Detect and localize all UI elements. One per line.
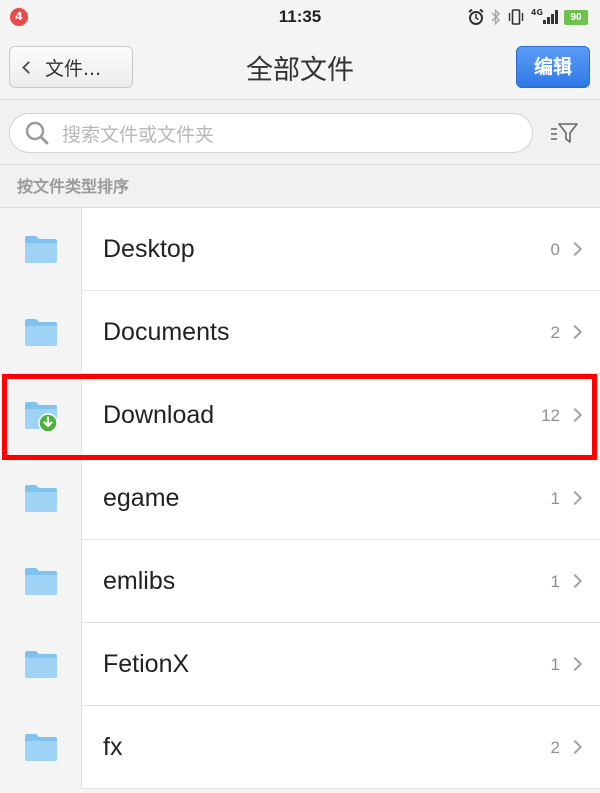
search-placeholder: 搜索文件或文件夹 (62, 123, 215, 146)
file-count: 1 (550, 655, 560, 674)
file-row-documents[interactable]: Documents 2 (0, 291, 600, 374)
folder-icon (25, 651, 57, 678)
vibrate-icon (508, 9, 524, 25)
file-count: 2 (550, 738, 560, 757)
file-list: Desktop 0 Documents 2 Download 12 egame … (0, 208, 600, 789)
file-name: emlibs (103, 567, 176, 595)
folder-icon (25, 734, 57, 761)
search-input[interactable]: 搜索文件或文件夹 (9, 113, 533, 153)
file-count: 1 (550, 572, 560, 591)
file-name: fx (103, 733, 123, 761)
file-count: 12 (541, 406, 560, 425)
file-count: 1 (550, 489, 560, 508)
bluetooth-icon (491, 9, 500, 25)
folder-icon (25, 568, 57, 595)
folder-icon (25, 236, 57, 263)
file-row-fx[interactable]: fx 2 (0, 706, 600, 789)
file-name: Documents (103, 318, 230, 346)
file-name: FetionX (103, 650, 190, 678)
network-type-label: 4G (530, 8, 543, 17)
navigation-bar: 文件... 全部文件 编辑 (0, 34, 600, 100)
page-title: 全部文件 (246, 55, 354, 86)
file-row-emlibs[interactable]: emlibs 1 (0, 540, 600, 623)
search-area: 搜索文件或文件夹 (0, 101, 600, 165)
file-name: Download (103, 401, 215, 429)
file-name: egame (103, 484, 180, 512)
chevron-right-icon (567, 324, 583, 340)
file-row-download[interactable]: Download 12 (0, 374, 600, 457)
edit-button[interactable]: 编辑 (516, 46, 590, 88)
search-icon (25, 121, 49, 145)
alarm-clock-icon (468, 8, 484, 25)
filter-icon[interactable] (550, 121, 578, 145)
download-folder-icon (25, 402, 58, 433)
folder-icon (25, 485, 57, 512)
chevron-right-icon (567, 739, 583, 755)
file-row-egame[interactable]: egame 1 (0, 457, 600, 540)
chevron-right-icon (567, 241, 583, 257)
chevron-right-icon (567, 407, 583, 423)
chevron-right-icon (567, 656, 583, 672)
file-count: 0 (550, 240, 560, 259)
signal-strength-icon (543, 10, 558, 24)
chevron-right-icon (567, 490, 583, 506)
chevron-right-icon (567, 573, 583, 589)
file-row-desktop[interactable]: Desktop 0 (0, 208, 600, 291)
battery-icon: 90 (564, 9, 588, 25)
status-icons: 4G 90 (467, 7, 588, 27)
status-bar: 4 11:35 4G 90 (0, 0, 600, 34)
sort-section-header: 按文件类型排序 (0, 166, 600, 208)
file-row-fetionx[interactable]: FetionX 1 (0, 623, 600, 706)
folder-icon (25, 319, 57, 346)
file-count: 2 (550, 323, 560, 342)
file-name: Desktop (103, 235, 195, 263)
